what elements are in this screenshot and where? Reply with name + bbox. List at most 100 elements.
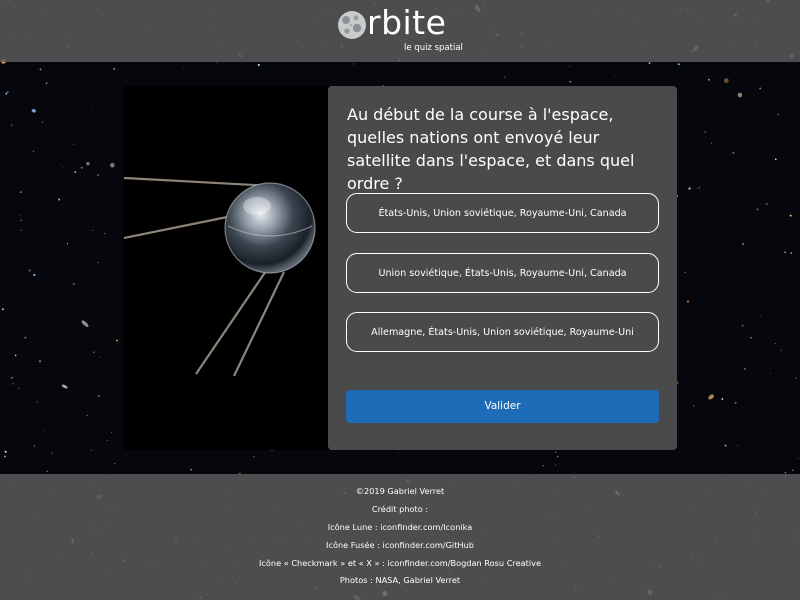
star bbox=[743, 367, 746, 370]
star bbox=[555, 451, 557, 453]
star bbox=[737, 445, 739, 447]
star bbox=[677, 63, 680, 66]
star bbox=[1, 308, 4, 311]
star bbox=[775, 158, 777, 161]
star bbox=[784, 251, 787, 254]
star bbox=[352, 63, 355, 65]
star bbox=[770, 372, 771, 374]
star bbox=[742, 242, 745, 246]
star bbox=[39, 68, 42, 71]
site-header: rbite le quiz spatial bbox=[0, 0, 800, 62]
star bbox=[734, 401, 737, 404]
logo-wordmark: rbite bbox=[367, 3, 447, 42]
star bbox=[97, 262, 99, 264]
quiz-image bbox=[124, 86, 329, 450]
star bbox=[113, 462, 116, 465]
star bbox=[72, 283, 75, 286]
star bbox=[58, 198, 61, 201]
footer-copyright: ©2019 Gabriel Verret bbox=[355, 486, 445, 496]
star bbox=[791, 469, 794, 472]
star bbox=[66, 243, 69, 245]
star bbox=[10, 376, 13, 379]
star bbox=[41, 121, 44, 124]
star bbox=[648, 62, 651, 64]
star bbox=[790, 252, 793, 254]
star bbox=[4, 450, 7, 453]
star bbox=[711, 142, 713, 144]
logo-tagline: le quiz spatial bbox=[404, 43, 463, 53]
site-footer: ©2019 Gabriel Verret Crédit photo : Icôn… bbox=[0, 474, 800, 600]
star bbox=[19, 191, 22, 194]
star bbox=[688, 187, 691, 190]
star bbox=[20, 219, 22, 221]
star bbox=[92, 230, 94, 232]
star bbox=[253, 456, 255, 458]
moon-icon bbox=[338, 11, 366, 39]
star bbox=[12, 382, 14, 385]
star bbox=[692, 405, 695, 407]
star bbox=[63, 166, 64, 167]
star bbox=[777, 113, 780, 116]
validate-button[interactable]: Valider bbox=[346, 390, 659, 423]
star bbox=[7, 91, 9, 93]
star bbox=[190, 468, 192, 471]
star bbox=[10, 124, 13, 126]
star bbox=[43, 430, 45, 432]
star bbox=[795, 377, 797, 379]
star bbox=[18, 387, 20, 390]
star bbox=[216, 62, 217, 64]
star bbox=[696, 188, 698, 189]
star bbox=[723, 78, 729, 83]
star bbox=[86, 414, 88, 417]
answer-option-3[interactable]: Allemagne, États-Unis, Union soviétique,… bbox=[346, 312, 659, 352]
star bbox=[104, 233, 106, 235]
star bbox=[737, 92, 743, 98]
star bbox=[5, 92, 8, 95]
quiz-card: Au début de la course à l'espace, quelle… bbox=[124, 86, 677, 450]
star bbox=[86, 161, 90, 166]
star bbox=[59, 164, 61, 165]
star bbox=[750, 337, 752, 339]
star bbox=[98, 356, 101, 358]
footer-credit-photos: Photos : NASA, Gabriel Verret bbox=[339, 575, 461, 585]
star bbox=[51, 452, 53, 454]
star bbox=[28, 269, 31, 272]
footer-credit-checkmark-icons: Icône « Checkmark » et « X » : iconfinde… bbox=[258, 558, 542, 568]
sputnik-satellite-icon bbox=[124, 86, 329, 450]
footer-photo-credit-heading: Crédit photo : bbox=[371, 504, 429, 514]
star bbox=[39, 360, 41, 363]
star bbox=[90, 449, 92, 451]
star bbox=[111, 431, 113, 434]
star bbox=[110, 162, 115, 168]
star bbox=[92, 351, 95, 354]
question-text: Au début de la course à l'espace, quelle… bbox=[347, 105, 635, 193]
star bbox=[80, 166, 83, 169]
star bbox=[257, 63, 260, 66]
star bbox=[504, 76, 506, 78]
star bbox=[45, 82, 48, 85]
star bbox=[74, 171, 77, 174]
star bbox=[72, 143, 75, 145]
answer-option-2[interactable]: Union soviétique, États-Unis, Royaume-Un… bbox=[346, 253, 659, 293]
star bbox=[14, 354, 17, 357]
star bbox=[397, 452, 399, 454]
star bbox=[569, 80, 572, 83]
star bbox=[708, 79, 710, 81]
star bbox=[774, 342, 777, 345]
star bbox=[113, 68, 116, 70]
star bbox=[183, 66, 185, 68]
star bbox=[765, 203, 768, 206]
star bbox=[687, 300, 689, 303]
answer-option-1[interactable]: États-Unis, Union soviétique, Royaume-Un… bbox=[346, 193, 659, 233]
star bbox=[797, 457, 799, 459]
star bbox=[20, 229, 22, 231]
logo[interactable]: rbite le quiz spatial bbox=[336, 3, 466, 57]
star bbox=[542, 464, 544, 467]
star bbox=[46, 470, 48, 473]
star bbox=[106, 440, 108, 442]
star bbox=[613, 76, 615, 77]
star bbox=[24, 336, 27, 339]
star bbox=[698, 186, 701, 189]
star bbox=[116, 339, 118, 342]
star bbox=[724, 444, 727, 447]
